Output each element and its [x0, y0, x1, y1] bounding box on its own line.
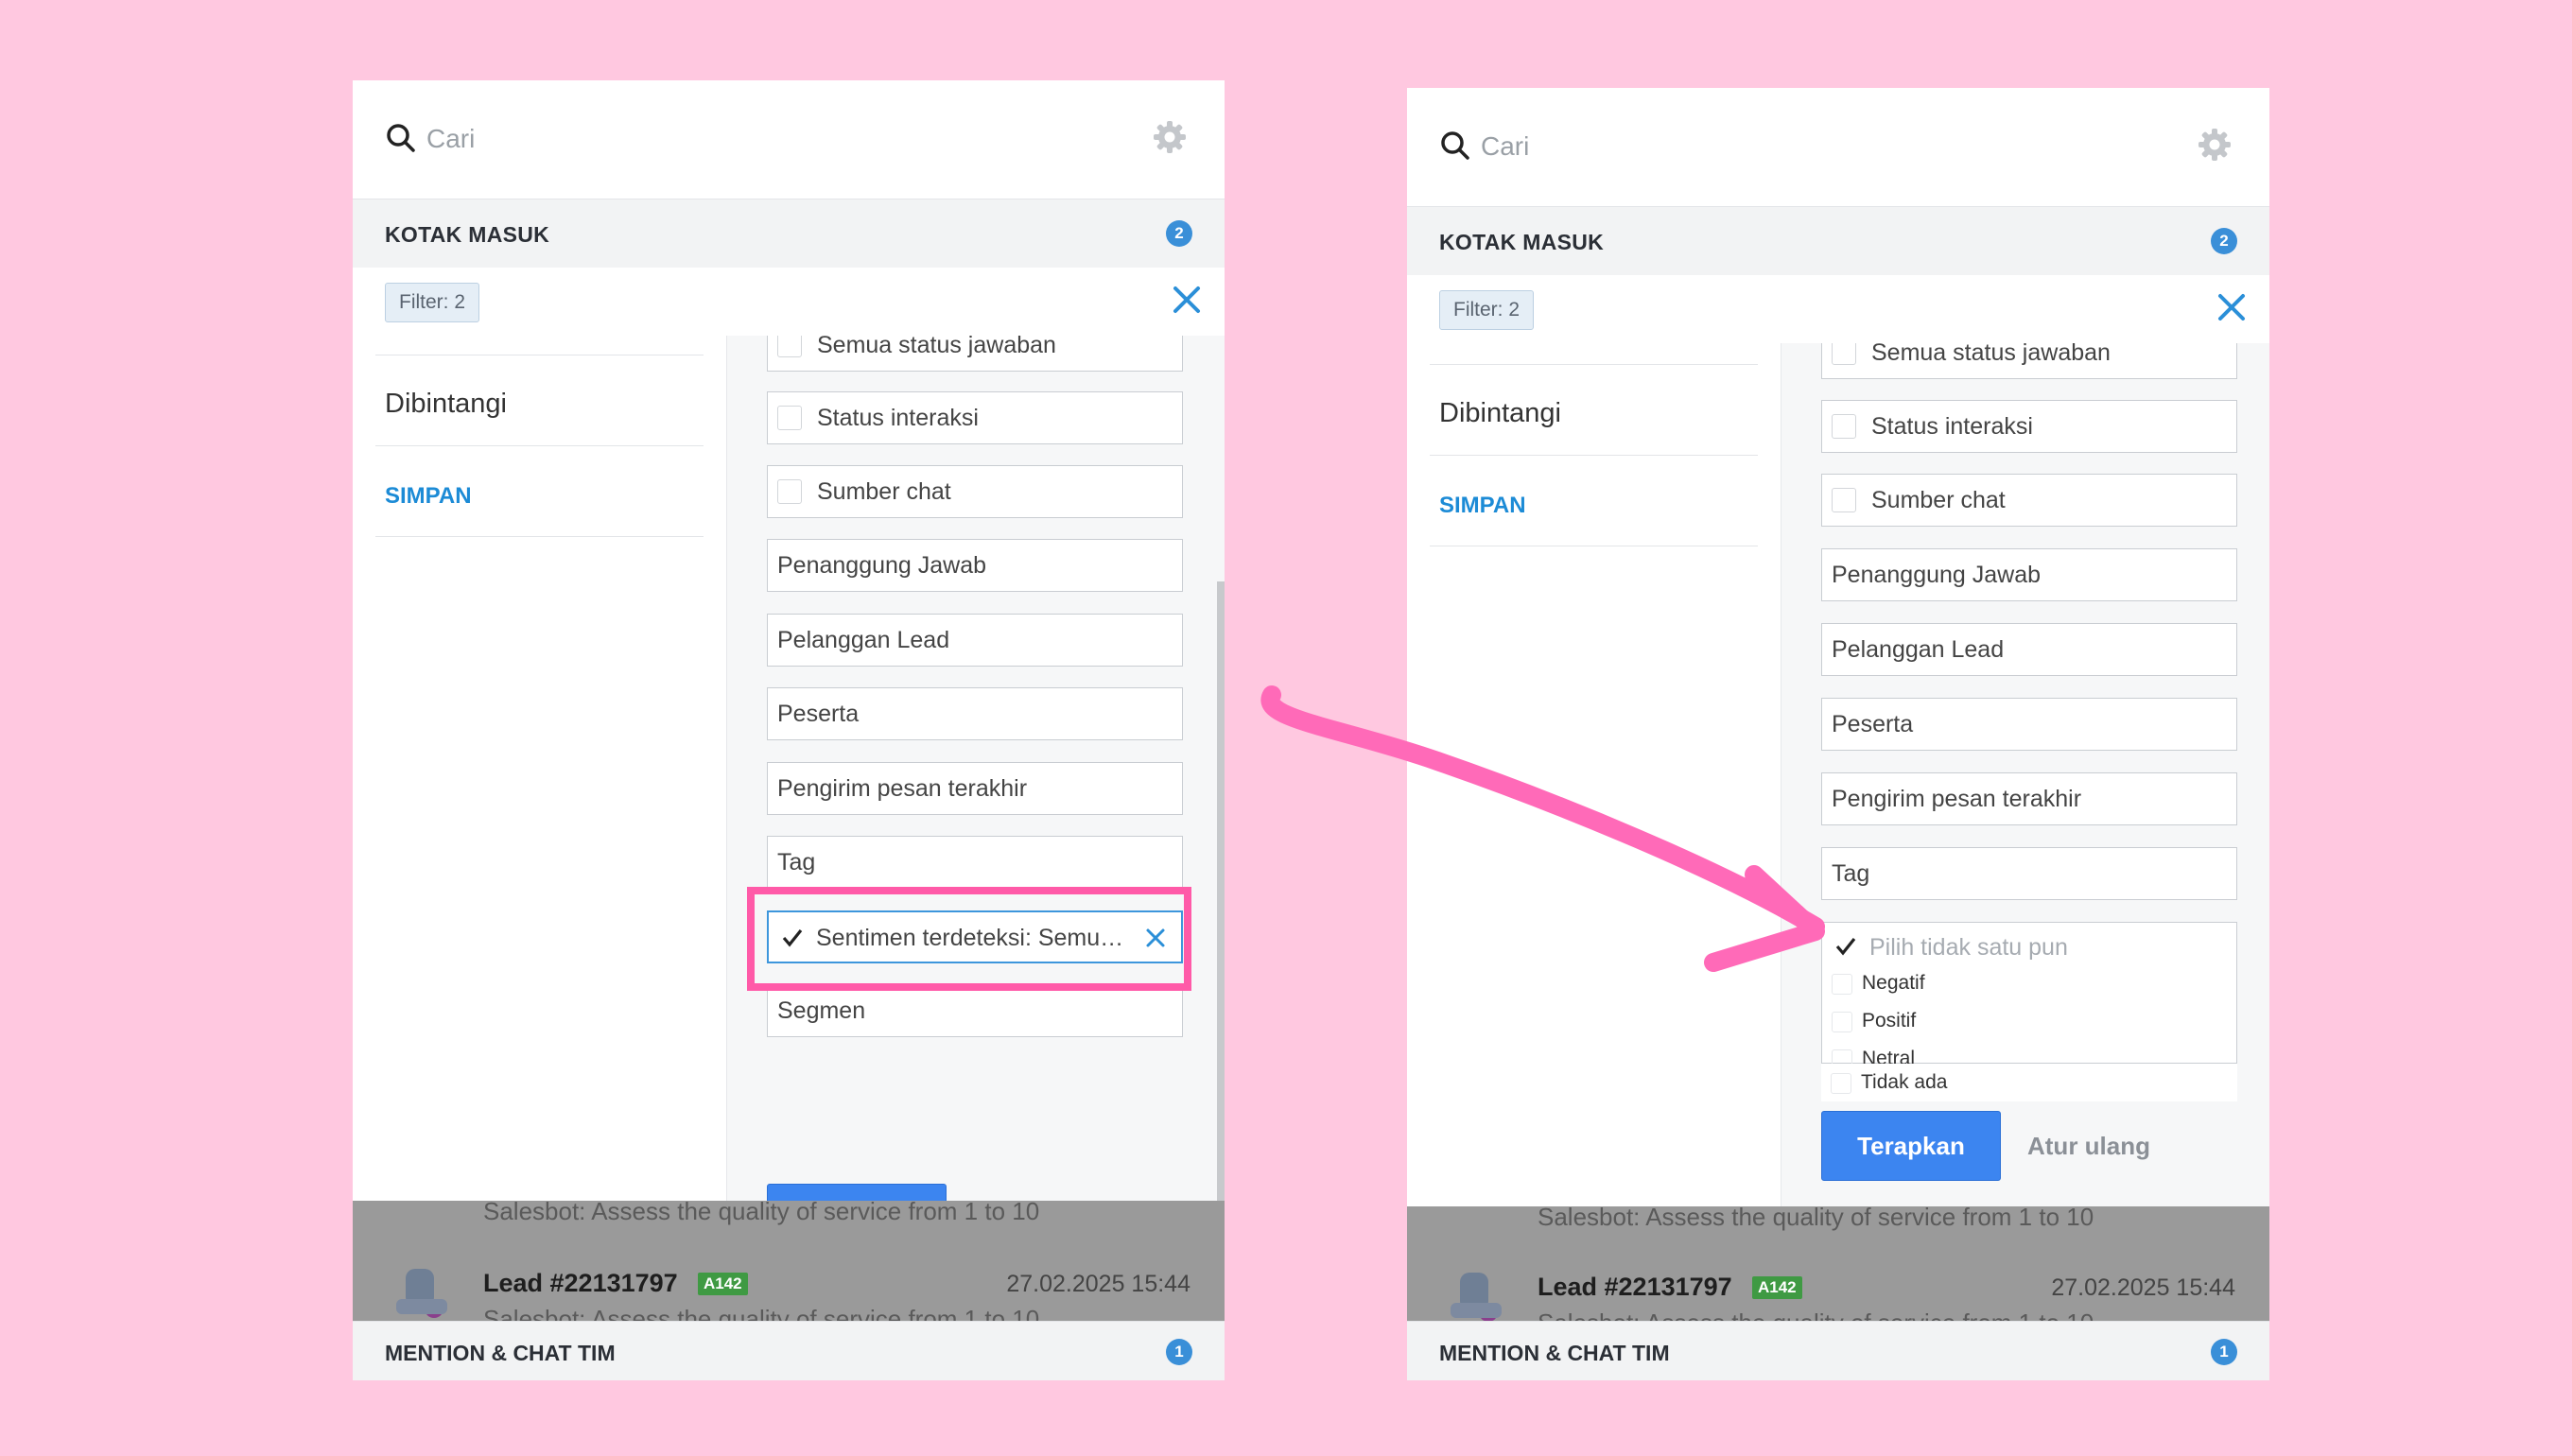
reset-button[interactable]: Atur ulang: [2027, 1132, 2150, 1161]
lead-name[interactable]: Lead #22131797: [1538, 1273, 1732, 1302]
filter-field-responsible[interactable]: Penanggung Jawab: [1821, 548, 2237, 601]
checkbox[interactable]: [1831, 1073, 1851, 1094]
inbox-section-header[interactable]: KOTAK MASUK 2: [353, 199, 1225, 269]
filter-chip[interactable]: Filter: 2: [1439, 290, 1535, 330]
checkbox[interactable]: [777, 479, 802, 504]
checkbox[interactable]: [777, 406, 802, 430]
divider: [375, 536, 704, 537]
message-preview: Salesbot: Assess the quality of service …: [1538, 1206, 2094, 1231]
filter-row: Filter: 2: [353, 268, 1225, 337]
filter-field-participants[interactable]: Peserta: [1821, 698, 2237, 751]
lead-date: 27.02.2025 15:44: [2051, 1274, 2235, 1301]
checkbox[interactable]: [1832, 974, 1852, 995]
conversation-list-dimmed: Salesbot: Assess the quality of service …: [1407, 1206, 2269, 1322]
filter-field-interaction-status[interactable]: Status interaksi: [1821, 400, 2237, 453]
lead-tag: A142: [698, 1273, 748, 1295]
filter-field-responsible[interactable]: Penanggung Jawab: [767, 539, 1183, 592]
close-icon[interactable]: [2215, 290, 2249, 324]
filter-field-last-sender[interactable]: Pengirim pesan terakhir: [767, 762, 1183, 815]
inbox-title: KOTAK MASUK: [385, 222, 550, 247]
bot-avatar-icon: [1451, 1273, 1502, 1322]
inbox-filter-panel-before: Cari KOTAK MASUK 2 Filter: 2 Dibintangi …: [353, 80, 1225, 1380]
scrollbar[interactable]: [1217, 581, 1225, 1281]
mention-title: MENTION & CHAT TIM: [1439, 1341, 1670, 1365]
message-preview: Salesbot: Assess the quality of service …: [1538, 1309, 2094, 1322]
checkbox[interactable]: [777, 336, 802, 357]
filter-field-last-sender[interactable]: Pengirim pesan terakhir: [1821, 772, 2237, 825]
search-icon: [387, 124, 415, 152]
mention-title: MENTION & CHAT TIM: [385, 1341, 616, 1365]
option-negative[interactable]: Negatif: [1862, 972, 1925, 995]
search-placeholder[interactable]: Cari: [426, 124, 475, 154]
search-bar[interactable]: Cari: [353, 80, 1225, 199]
message-preview: Salesbot: Assess the quality of service …: [483, 1305, 1040, 1322]
sentiment-dropdown[interactable]: Pilih tidak satu pun Negatif Positif Net…: [1821, 922, 2237, 1070]
option-none[interactable]: Tidak ada: [1861, 1071, 1947, 1094]
filter-field-interaction-status[interactable]: Status interaksi: [767, 391, 1183, 444]
inbox-section-header[interactable]: KOTAK MASUK 2: [1407, 206, 2269, 276]
checkbox[interactable]: [1832, 1012, 1852, 1032]
checkbox[interactable]: [1832, 343, 1856, 365]
inbox-count-badge: 2: [2211, 228, 2237, 254]
apply-button[interactable]: Terapkan: [1821, 1111, 2001, 1181]
close-icon[interactable]: [1170, 283, 1204, 317]
filter-field-lead-customer[interactable]: Pelanggan Lead: [767, 614, 1183, 667]
mention-section-header[interactable]: MENTION & CHAT TIM 1: [353, 1321, 1225, 1380]
gear-icon[interactable]: [1151, 118, 1189, 156]
search-icon: [1441, 131, 1469, 160]
dropdown-placeholder: Pilih tidak satu pun: [1869, 934, 2068, 961]
lead-name[interactable]: Lead #22131797: [483, 1269, 678, 1298]
search-placeholder[interactable]: Cari: [1481, 131, 1529, 162]
filter-field-answer-status[interactable]: Semua status jawaban: [767, 336, 1183, 372]
filter-row: Filter: 2: [1407, 275, 2269, 344]
gear-icon[interactable]: [2196, 126, 2233, 164]
check-icon: [1835, 938, 1856, 956]
filter-field-tag[interactable]: Tag: [1821, 847, 2237, 900]
divider: [1430, 364, 1758, 365]
filter-field-answer-status[interactable]: Semua status jawaban: [1821, 343, 2237, 379]
mention-count-badge: 1: [2211, 1339, 2237, 1365]
filter-field-participants[interactable]: Peserta: [767, 687, 1183, 740]
divider: [375, 445, 704, 446]
filter-field-chat-source[interactable]: Sumber chat: [1821, 474, 2237, 527]
filter-field-lead-customer[interactable]: Pelanggan Lead: [1821, 623, 2237, 676]
sidebar-item-starred[interactable]: Dibintangi: [385, 389, 507, 420]
conversation-list-dimmed: Salesbot: Assess the quality of service …: [353, 1201, 1225, 1322]
lead-tag: A142: [1752, 1276, 1802, 1299]
mention-count-badge: 1: [1166, 1339, 1192, 1365]
message-preview: Salesbot: Assess the quality of service …: [483, 1201, 1040, 1225]
filter-field-chat-source[interactable]: Sumber chat: [767, 465, 1183, 518]
lead-date: 27.02.2025 15:44: [1006, 1271, 1190, 1297]
filter-field-tag[interactable]: Tag: [767, 836, 1183, 889]
filter-field-segment[interactable]: Segmen: [767, 984, 1183, 1037]
bot-avatar-icon: [396, 1269, 447, 1318]
inbox-count-badge: 2: [1166, 220, 1192, 247]
search-bar[interactable]: Cari: [1407, 88, 2269, 206]
highlight-box: [747, 887, 1191, 991]
option-positive[interactable]: Positif: [1862, 1010, 1916, 1032]
divider: [1430, 455, 1758, 456]
save-filter-link[interactable]: SIMPAN: [1439, 493, 1526, 519]
checkbox[interactable]: [1832, 414, 1856, 439]
filter-chip[interactable]: Filter: 2: [385, 283, 480, 322]
mention-section-header[interactable]: MENTION & CHAT TIM 1: [1407, 1321, 2269, 1380]
inbox-title: KOTAK MASUK: [1439, 230, 1605, 254]
inbox-filter-panel-after: Cari KOTAK MASUK 2 Filter: 2 Dibintangi …: [1407, 88, 2269, 1380]
sidebar-item-starred[interactable]: Dibintangi: [1439, 398, 1561, 429]
checkbox[interactable]: [1832, 488, 1856, 512]
dropdown-overflow: Tidak ada: [1821, 1064, 2237, 1101]
save-filter-link[interactable]: SIMPAN: [385, 483, 472, 510]
